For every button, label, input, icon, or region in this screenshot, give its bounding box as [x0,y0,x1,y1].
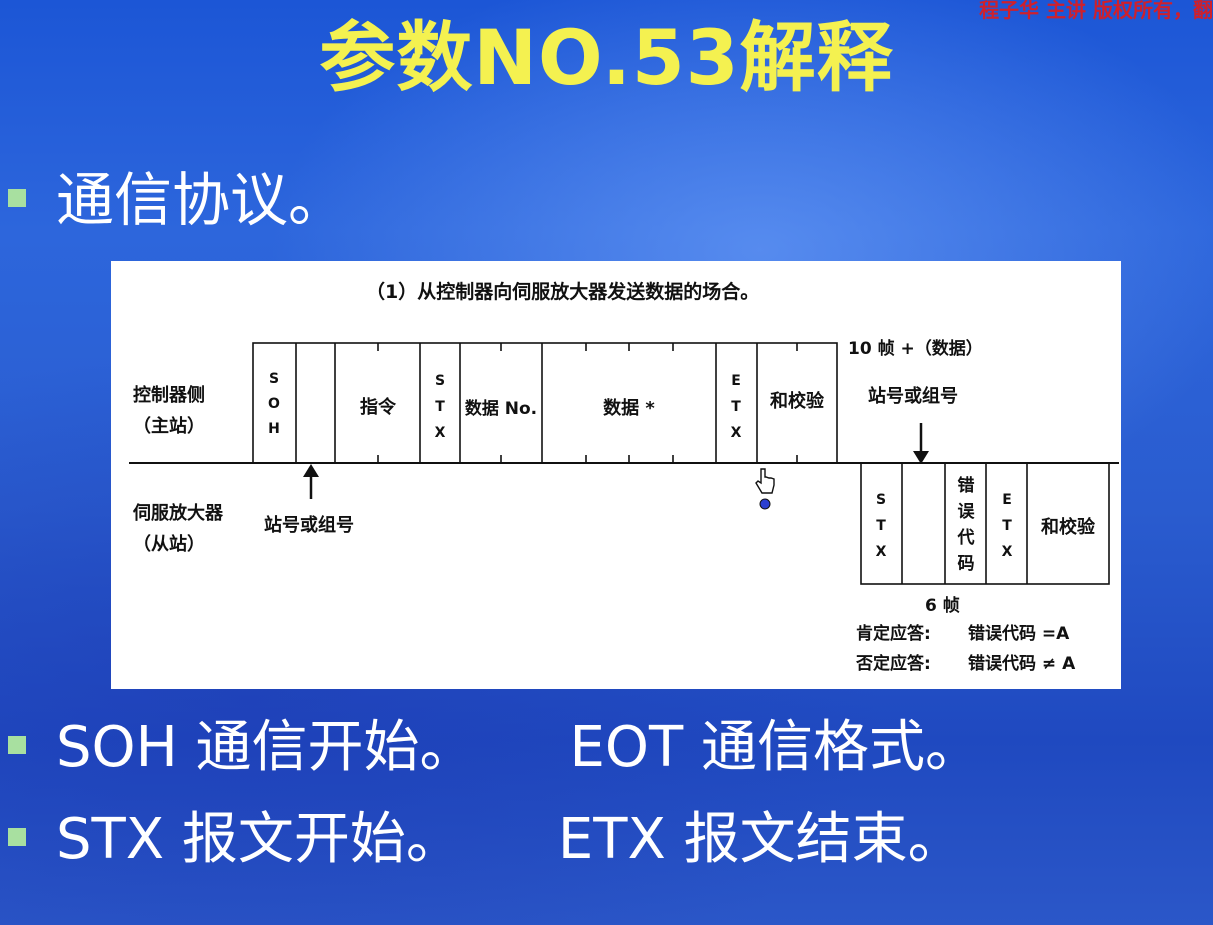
bottom-error-2: 误 [958,502,976,522]
frames-bottom-label: 6 帧 [925,595,960,616]
bottom-checksum: 和校验 [1041,516,1096,538]
bottom-stx-s: S [876,492,886,508]
field-stx-t: T [435,399,445,415]
bottom-etx-t: T [1002,518,1012,534]
bullet-soh-text: SOH 通信开始。 [56,715,476,780]
controller-label: 控制器侧 [133,384,205,406]
arrow-up-icon [303,464,319,499]
bullet-soh-eot: SOH 通信开始。 EOT 通信格式。 [8,714,981,782]
field-soh-h: H [268,421,280,437]
bullet-etx-text: ETX 报文结束。 [557,807,964,872]
field-etx-x: X [731,425,742,441]
station-label-left: 站号或组号 [264,514,354,536]
bottom-stx-x: X [876,544,887,560]
protocol-diagram: （1）从控制器向伺服放大器发送数据的场合。 控制器侧 （主站） 伺服放大器 （从… [111,261,1121,689]
positive-response-value: 错误代码 =A [968,623,1070,644]
top-frame-outline [252,342,838,464]
bottom-etx-x: X [1002,544,1013,560]
bullet-square-icon [8,827,26,846]
top-frame [252,342,838,464]
bottom-stx-t: T [876,518,886,534]
field-stx-s: S [435,373,445,389]
controller-role-label: （主站） [133,415,205,437]
bottom-error-4: 码 [958,554,975,574]
bullet-eot-text: EOT 通信格式。 [569,715,982,780]
servo-role-label: （从站） [133,533,205,555]
field-data-no: 数据 No. [465,398,537,419]
bottom-etx-e: E [1002,492,1012,508]
field-command: 指令 [360,396,397,418]
hand-cursor-icon [755,468,775,510]
positive-response-label: 肯定应答: [856,623,931,644]
field-soh-s: S [269,371,279,387]
bottom-error-1: 错 [958,475,975,496]
protocol-diagram-svg: （1）从控制器向伺服放大器发送数据的场合。 控制器侧 （主站） 伺服放大器 （从… [129,280,1119,674]
field-stx-x: X [435,425,446,441]
bullet-stx-etx: STX 报文开始。 ETX 报文结束。 [8,806,964,874]
field-data: 数据 * [603,397,655,419]
negative-response-label: 否定应答: [855,653,931,674]
bullet-protocol: 通信协议。 [8,165,346,235]
diagram-caption: （1）从控制器向伺服放大器发送数据的场合。 [366,280,759,303]
servo-label: 伺服放大器 [132,502,224,524]
field-soh-o: O [268,396,280,412]
bullet-square-icon [8,735,26,754]
arrow-down-icon [913,423,929,464]
slide-title: 参数NO.53解释 [319,13,894,102]
bottom-error-3: 代 [957,527,975,548]
bullet-square-icon [8,188,26,207]
bullet-stx-text: STX 报文开始。 [56,807,462,872]
frames-top-label: 10 帧 +（数据） [848,338,983,359]
field-checksum-top: 和校验 [770,390,825,412]
station-label-right: 站号或组号 [868,385,958,407]
field-etx-e: E [731,373,741,389]
field-etx-t: T [731,399,741,415]
negative-response-value: 错误代码 ≠ A [968,653,1076,674]
bullet-protocol-text: 通信协议。 [56,166,347,234]
